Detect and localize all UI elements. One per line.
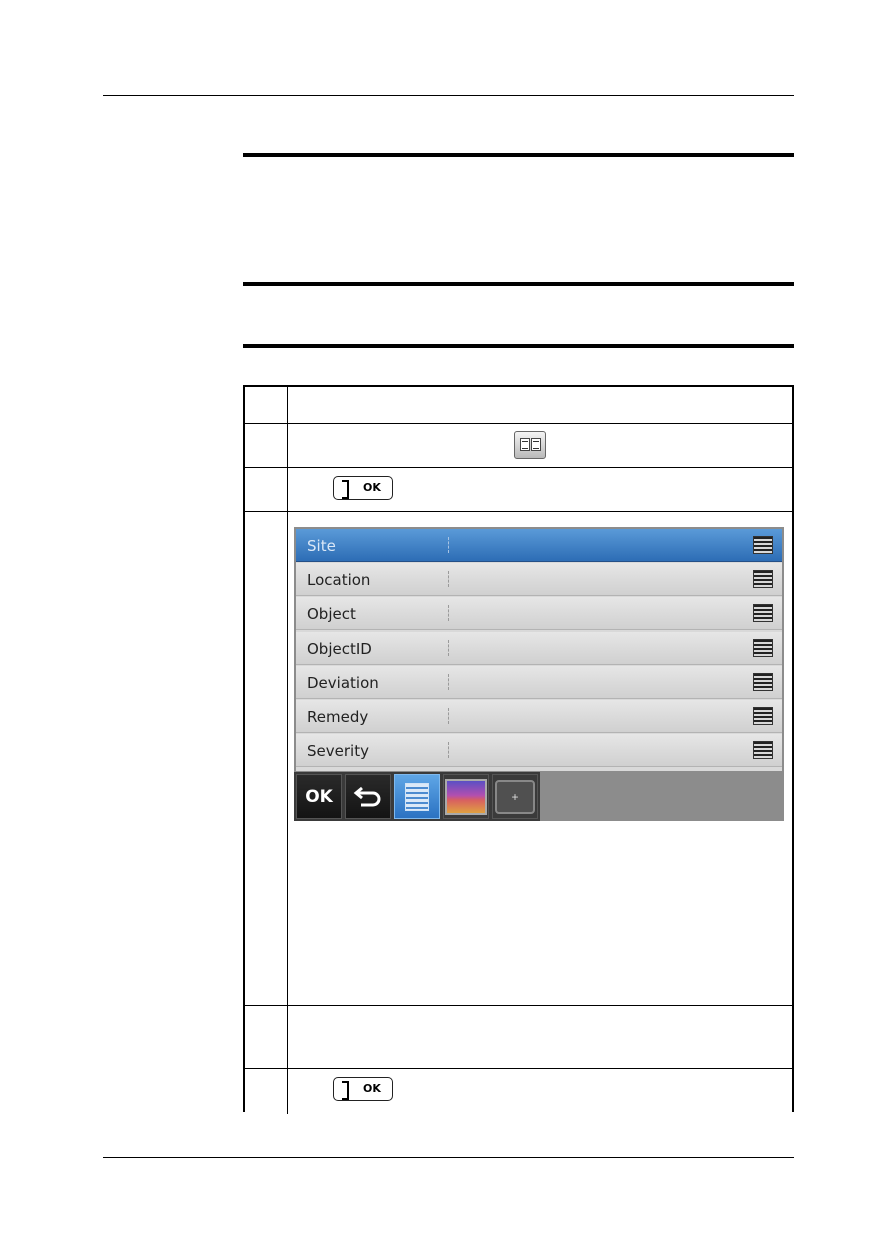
add-annotation-icon: + (495, 779, 535, 814)
back-arrow-icon (353, 786, 381, 806)
text-annotation-button[interactable] (394, 774, 440, 819)
section-rule-3 (243, 344, 794, 348)
archive-icon (514, 431, 546, 459)
step-row-6 (245, 1069, 792, 1114)
header-rule (103, 95, 794, 96)
text-annotation-icon (405, 782, 429, 811)
ok-key-icon: OK (333, 476, 393, 500)
menu-icon[interactable] (753, 570, 773, 588)
image-button[interactable] (443, 774, 489, 819)
field-row-object[interactable]: Object (296, 597, 782, 630)
section-rule-2 (243, 282, 794, 286)
add-annotation-button[interactable]: + (492, 774, 538, 819)
ok-key-icon: OK (333, 1077, 393, 1101)
menu-icon[interactable] (753, 741, 773, 759)
field-row-deviation[interactable]: Deviation (296, 666, 782, 699)
step-row-3 (245, 468, 792, 512)
menu-icon[interactable] (753, 707, 773, 725)
menu-icon[interactable] (753, 639, 773, 657)
camera-annotation-screen: Site Location Object ObjectID Deviation … (294, 527, 784, 821)
menu-icon[interactable] (753, 604, 773, 622)
menu-icon[interactable] (753, 673, 773, 691)
menu-icon[interactable] (753, 536, 773, 554)
field-row-objectid[interactable]: ObjectID (296, 632, 782, 665)
back-button[interactable] (345, 774, 391, 819)
field-row-remedy[interactable]: Remedy (296, 700, 782, 733)
thermal-image-icon (445, 778, 487, 815)
annotation-field-list: Site Location Object ObjectID Deviation … (296, 529, 782, 771)
footer-rule (103, 1157, 794, 1158)
camera-toolbar: OK + (294, 772, 540, 821)
field-row-site[interactable]: Site (296, 529, 782, 562)
step-row-5 (245, 1006, 792, 1069)
ok-button[interactable]: OK (296, 774, 342, 819)
section-rule-1 (243, 153, 794, 157)
step-row-1 (245, 387, 792, 424)
field-row-severity[interactable]: Severity (296, 734, 782, 767)
field-row-location[interactable]: Location (296, 563, 782, 596)
